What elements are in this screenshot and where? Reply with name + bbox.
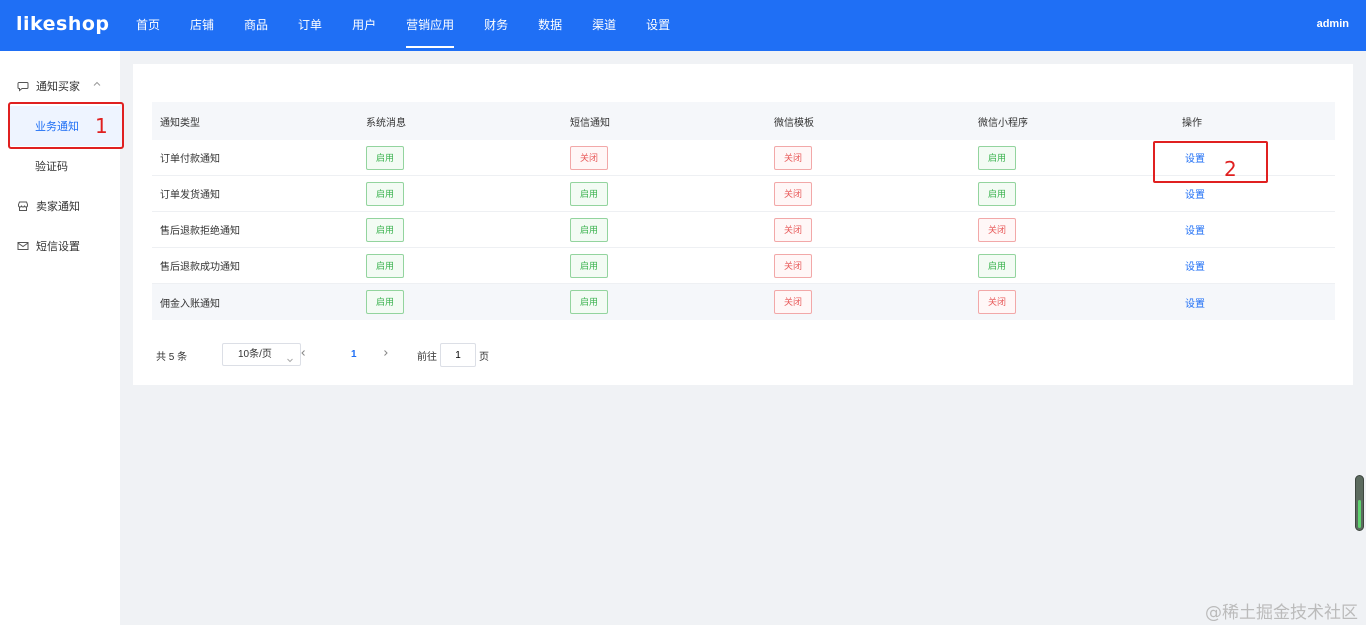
nav-data[interactable]: 数据 — [526, 0, 574, 51]
admin-user-menu[interactable]: admin — [1317, 18, 1349, 30]
mini-status-tag[interactable]: 关闭 — [978, 290, 1016, 314]
sidebar-item-verify-code[interactable]: 验证码 — [10, 146, 122, 186]
system-status-tag[interactable]: 启用 — [366, 145, 404, 170]
header-wechat-template: 微信模板 — [774, 117, 814, 129]
main-content-card: 通知类型 系统消息 短信通知 微信模板 微信小程序 操作 订单付款通知 启用 关… — [133, 64, 1353, 385]
notification-table: 通知类型 系统消息 短信通知 微信模板 微信小程序 操作 订单付款通知 启用 关… — [152, 102, 1335, 320]
table-row: 佣金入账通知 启用 启用 关闭 关闭 设置 — [152, 284, 1335, 320]
sidebar-group-label: 卖家通知 — [36, 201, 80, 213]
annotation-box-2 — [1153, 141, 1268, 183]
annotation-number-1: 1 — [95, 114, 108, 138]
nav-finance[interactable]: 财务 — [472, 0, 520, 51]
header-system-message: 系统消息 — [366, 117, 406, 129]
settings-link[interactable]: 设置 — [1182, 222, 1205, 237]
page-size-value: 10条/页 — [238, 349, 272, 360]
sidebar-group-label: 短信设置 — [36, 241, 80, 253]
goto-page-input[interactable] — [440, 343, 476, 367]
chevron-up-icon — [92, 79, 102, 89]
notify-type-cell: 售后退款成功通知 — [160, 262, 240, 273]
sidebar-group-label: 通知买家 — [36, 81, 80, 93]
system-status-tag[interactable]: 启用 — [366, 290, 404, 314]
page-number-current[interactable]: 1 — [351, 345, 357, 365]
notify-type-cell: 订单付款通知 — [160, 154, 220, 165]
sms-status-tag[interactable]: 启用 — [570, 217, 608, 242]
mini-status-tag[interactable]: 关闭 — [978, 217, 1016, 242]
chat-bubble-icon — [17, 80, 29, 92]
next-page-button[interactable] — [379, 345, 393, 365]
notify-type-cell: 售后退款拒绝通知 — [160, 226, 240, 237]
chevron-left-icon — [301, 350, 305, 356]
nav-store[interactable]: 店铺 — [178, 0, 226, 51]
watermark-text: @稀土掘金技术社区 — [1205, 603, 1358, 623]
system-status-tag[interactable]: 启用 — [366, 217, 404, 242]
nav-marketing[interactable]: 营销应用 — [394, 0, 466, 51]
sms-status-tag[interactable]: 启用 — [570, 181, 608, 206]
wechat-status-tag[interactable]: 关闭 — [774, 290, 812, 314]
notify-type-cell: 订单发货通知 — [160, 190, 220, 201]
settings-link[interactable]: 设置 — [1182, 186, 1205, 201]
nav-users[interactable]: 用户 — [340, 0, 388, 51]
likeshop-logo[interactable]: likeshop — [16, 13, 110, 35]
notify-type-cell: 佣金入账通知 — [160, 298, 220, 310]
sms-status-tag[interactable]: 启用 — [570, 290, 608, 314]
chevron-right-icon — [384, 350, 388, 356]
header-sms: 短信通知 — [570, 117, 610, 129]
mini-status-tag[interactable]: 启用 — [978, 145, 1016, 170]
nav-goods[interactable]: 商品 — [232, 0, 280, 51]
goto-label: 前往 — [417, 352, 437, 363]
nav-orders[interactable]: 订单 — [286, 0, 334, 51]
pagination-total: 共 5 条 — [156, 352, 188, 363]
sidebar-group-sms-settings[interactable]: 短信设置 — [0, 231, 120, 261]
wechat-status-tag[interactable]: 关闭 — [774, 217, 812, 242]
store-icon — [17, 200, 29, 212]
chevron-down-icon — [286, 351, 294, 363]
table-header: 通知类型 系统消息 短信通知 微信模板 微信小程序 操作 — [152, 102, 1335, 140]
header-notify-type: 通知类型 — [160, 117, 200, 129]
sidebar-group-notify-seller[interactable]: 卖家通知 — [0, 191, 120, 221]
wechat-status-tag[interactable]: 关闭 — [774, 181, 812, 206]
nav-channels[interactable]: 渠道 — [580, 0, 628, 51]
table-row: 售后退款成功通知 启用 启用 关闭 启用 设置 — [152, 248, 1335, 284]
mini-status-tag[interactable]: 启用 — [978, 253, 1016, 278]
mini-status-tag[interactable]: 启用 — [978, 181, 1016, 206]
wechat-status-tag[interactable]: 关闭 — [774, 253, 812, 278]
settings-link[interactable]: 设置 — [1182, 295, 1205, 310]
mail-icon — [17, 240, 29, 252]
header-mini-program: 微信小程序 — [978, 117, 1028, 129]
top-navbar: likeshop 首页 店铺 商品 订单 用户 营销应用 财务 数据 渠道 设置… — [0, 0, 1366, 51]
annotation-number-2: 2 — [1224, 157, 1237, 181]
system-status-tag[interactable]: 启用 — [366, 181, 404, 206]
main-nav: 首页 店铺 商品 订单 用户 营销应用 财务 数据 渠道 设置 — [124, 0, 688, 51]
sms-status-tag[interactable]: 关闭 — [570, 145, 608, 170]
sms-status-tag[interactable]: 启用 — [570, 253, 608, 278]
page-suffix-label: 页 — [479, 352, 489, 363]
page-scrollbar[interactable] — [1355, 475, 1364, 531]
wechat-status-tag[interactable]: 关闭 — [774, 145, 812, 170]
prev-page-button[interactable] — [296, 345, 310, 365]
page-size-select[interactable]: 10条/页 — [222, 343, 301, 366]
system-status-tag[interactable]: 启用 — [366, 253, 404, 278]
sidebar-group-notify-buyer[interactable]: 通知买家 — [0, 71, 120, 101]
table-row: 售后退款拒绝通知 启用 启用 关闭 关闭 设置 — [152, 212, 1335, 248]
nav-settings[interactable]: 设置 — [634, 0, 682, 51]
settings-link[interactable]: 设置 — [1182, 258, 1205, 273]
header-actions: 操作 — [1182, 117, 1202, 129]
nav-home[interactable]: 首页 — [124, 0, 172, 51]
